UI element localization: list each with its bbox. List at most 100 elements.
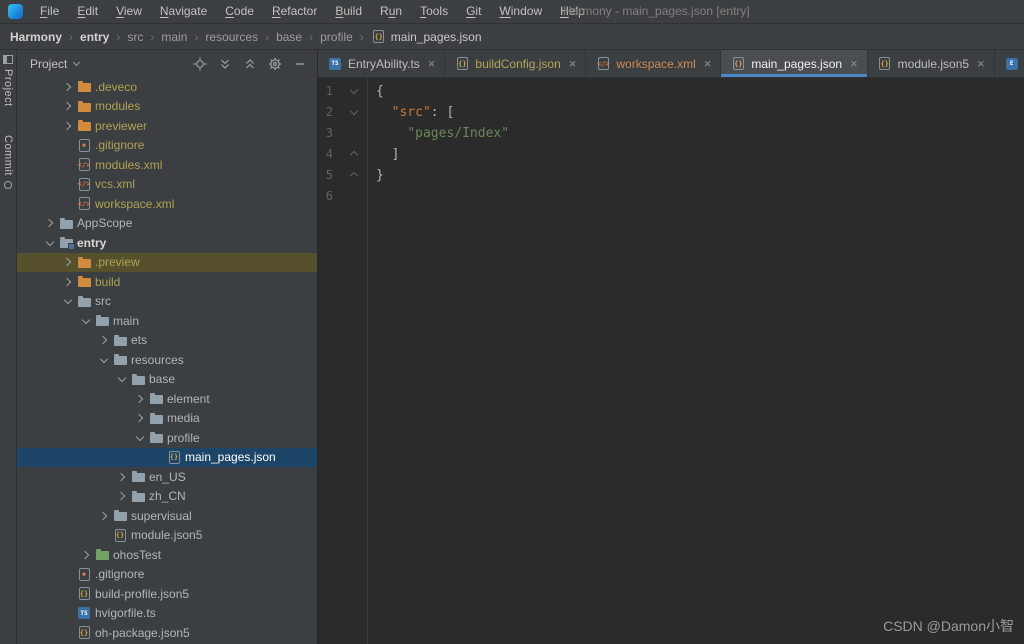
chevron-right-icon[interactable]	[78, 552, 94, 558]
tree-item-module-json5[interactable]: {}module.json5	[17, 526, 317, 546]
code-line: "pages/Index"	[376, 123, 1024, 144]
chevron-down-icon[interactable]	[96, 358, 112, 362]
menu-item-run[interactable]: Run	[371, 0, 411, 23]
tab-close-icon[interactable]: ×	[569, 57, 577, 70]
tool-button-project[interactable]: Project	[2, 55, 14, 107]
tree-item-media[interactable]: media	[17, 409, 317, 429]
editor-code[interactable]: { "src": [ "pages/Index" ]}	[368, 78, 1024, 644]
breadcrumb-item-entry[interactable]: entry	[80, 30, 109, 44]
chevron-right-icon[interactable]	[96, 337, 112, 343]
chevron-right-icon[interactable]	[132, 396, 148, 402]
tab-label: module.json5	[898, 57, 969, 71]
breadcrumb-item-src[interactable]: src	[127, 30, 143, 44]
chevron-right-icon[interactable]	[114, 474, 130, 480]
json-file-icon: {}	[371, 30, 387, 43]
tree-item-element[interactable]: element	[17, 389, 317, 409]
tab-close-icon[interactable]: ×	[850, 57, 858, 70]
chevron-down-icon[interactable]	[42, 241, 58, 245]
menu-item-tools[interactable]: Tools	[411, 0, 457, 23]
tool-button-commit[interactable]: Commit	[2, 135, 14, 189]
tree-item-appscope[interactable]: AppScope	[17, 214, 317, 234]
menu-item-file[interactable]: File	[31, 0, 68, 23]
folder-icon	[130, 471, 146, 482]
chevron-right-icon[interactable]	[132, 415, 148, 421]
tree-item-resources[interactable]: resources	[17, 350, 317, 370]
hide-panel-icon[interactable]	[293, 57, 307, 71]
tree-item-zh-cn[interactable]: zh_CN	[17, 487, 317, 507]
app-logo-icon[interactable]	[8, 4, 23, 19]
menu-item-code[interactable]: Code	[216, 0, 263, 23]
tree-item-en-us[interactable]: en_US	[17, 467, 317, 487]
chevron-right-icon[interactable]	[60, 123, 76, 129]
breadcrumb-file[interactable]: {}main_pages.json	[371, 30, 482, 44]
tree-item-previewer[interactable]: previewer	[17, 116, 317, 136]
tree-item-hvigorfile-ts[interactable]: TShvigorfile.ts	[17, 604, 317, 624]
chevron-down-icon[interactable]	[132, 436, 148, 440]
chevron-down-icon[interactable]	[114, 377, 130, 381]
tree-item-oh-package-json5[interactable]: {}oh-package.json5	[17, 623, 317, 643]
tree-item-build[interactable]: build	[17, 272, 317, 292]
breadcrumb-item-main[interactable]: main	[161, 30, 187, 44]
fold-down-icon[interactable]	[350, 107, 358, 115]
menu-item-navigate[interactable]: Navigate	[151, 0, 216, 23]
chevron-right-icon[interactable]	[60, 259, 76, 265]
menu-item-git[interactable]: Git	[457, 0, 490, 23]
breadcrumb-item-resources[interactable]: resources	[205, 30, 258, 44]
tree-item-ohostest[interactable]: ohosTest	[17, 545, 317, 565]
editor[interactable]: 123456 { "src": [ "pages/Index" ]} CSDN …	[318, 78, 1024, 644]
chevron-right-icon[interactable]	[60, 103, 76, 109]
menu-item-view[interactable]: View	[107, 0, 151, 23]
breadcrumb-item-harmony[interactable]: Harmony	[10, 30, 62, 44]
tree-item-deveco[interactable]: .deveco	[17, 77, 317, 97]
tree-item-preview[interactable]: .preview	[17, 253, 317, 273]
fold-up-icon[interactable]	[350, 151, 358, 159]
tree-item-entry[interactable]: entry	[17, 233, 317, 253]
tree-item-src[interactable]: src	[17, 292, 317, 312]
menu-item-build[interactable]: Build	[326, 0, 371, 23]
tree-item-workspace-xml[interactable]: </>workspace.xml	[17, 194, 317, 214]
tree-item-build-profile-json5[interactable]: {}build-profile.json5	[17, 584, 317, 604]
fold-up-icon[interactable]	[350, 172, 358, 180]
settings-gear-icon[interactable]	[268, 57, 282, 71]
chevron-down-icon[interactable]	[60, 299, 76, 303]
tab-workspace-xml[interactable]: </>workspace.xml×	[586, 50, 721, 77]
tree-item-supervisual[interactable]: supervisual	[17, 506, 317, 526]
tree-item-base[interactable]: base	[17, 370, 317, 390]
chevron-right-icon[interactable]	[96, 513, 112, 519]
tree-item-profile[interactable]: profile	[17, 428, 317, 448]
expand-all-icon[interactable]	[218, 57, 232, 71]
tab-entryability-ts[interactable]: TSEntryAbility.ts×	[318, 50, 445, 77]
chevron-right-icon[interactable]	[60, 84, 76, 90]
menu-item-edit[interactable]: Edit	[68, 0, 107, 23]
collapse-all-icon[interactable]	[243, 57, 257, 71]
chevron-down-icon[interactable]	[78, 319, 94, 323]
tree-item-vcs-xml[interactable]: </>vcs.xml	[17, 175, 317, 195]
breadcrumb-item-profile[interactable]: profile	[320, 30, 353, 44]
fold-down-icon[interactable]	[350, 86, 358, 94]
tree-item-modules-xml[interactable]: </>modules.xml	[17, 155, 317, 175]
chevron-right-icon[interactable]	[42, 220, 58, 226]
chevron-right-icon[interactable]	[60, 279, 76, 285]
tab-close-icon[interactable]: ×	[704, 57, 712, 70]
tab-buildconfig-json[interactable]: {}buildConfig.json×	[445, 50, 586, 77]
tab-close-icon[interactable]: ×	[428, 57, 436, 70]
json-file-icon: {}	[76, 587, 92, 600]
locate-icon[interactable]	[193, 57, 207, 71]
tab-module-json5[interactable]: {}module.json5×	[868, 50, 995, 77]
tab-main-pages-json[interactable]: {}main_pages.json×	[721, 50, 867, 77]
project-panel-title[interactable]: Project	[30, 57, 67, 71]
tree-item-main-pages-json[interactable]: {}main_pages.json	[17, 448, 317, 468]
tree-item-ets[interactable]: ets	[17, 331, 317, 351]
menu-item-refactor[interactable]: Refactor	[263, 0, 326, 23]
tree-item-gitignore[interactable]: ◆.gitignore	[17, 565, 317, 585]
chevron-right-icon[interactable]	[114, 493, 130, 499]
tree-item-label: main	[113, 314, 139, 328]
main-area: Project Commit Project .devecomodulespre…	[0, 50, 1024, 644]
tree-item-gitignore[interactable]: ◆.gitignore	[17, 136, 317, 156]
tree-item-modules[interactable]: modules	[17, 97, 317, 117]
tree-item-main[interactable]: main	[17, 311, 317, 331]
breadcrumb-item-base[interactable]: base	[276, 30, 302, 44]
tab-close-icon[interactable]: ×	[977, 57, 985, 70]
tab-ind[interactable]: EInd	[995, 50, 1024, 77]
menu-item-window[interactable]: Window	[490, 0, 551, 23]
